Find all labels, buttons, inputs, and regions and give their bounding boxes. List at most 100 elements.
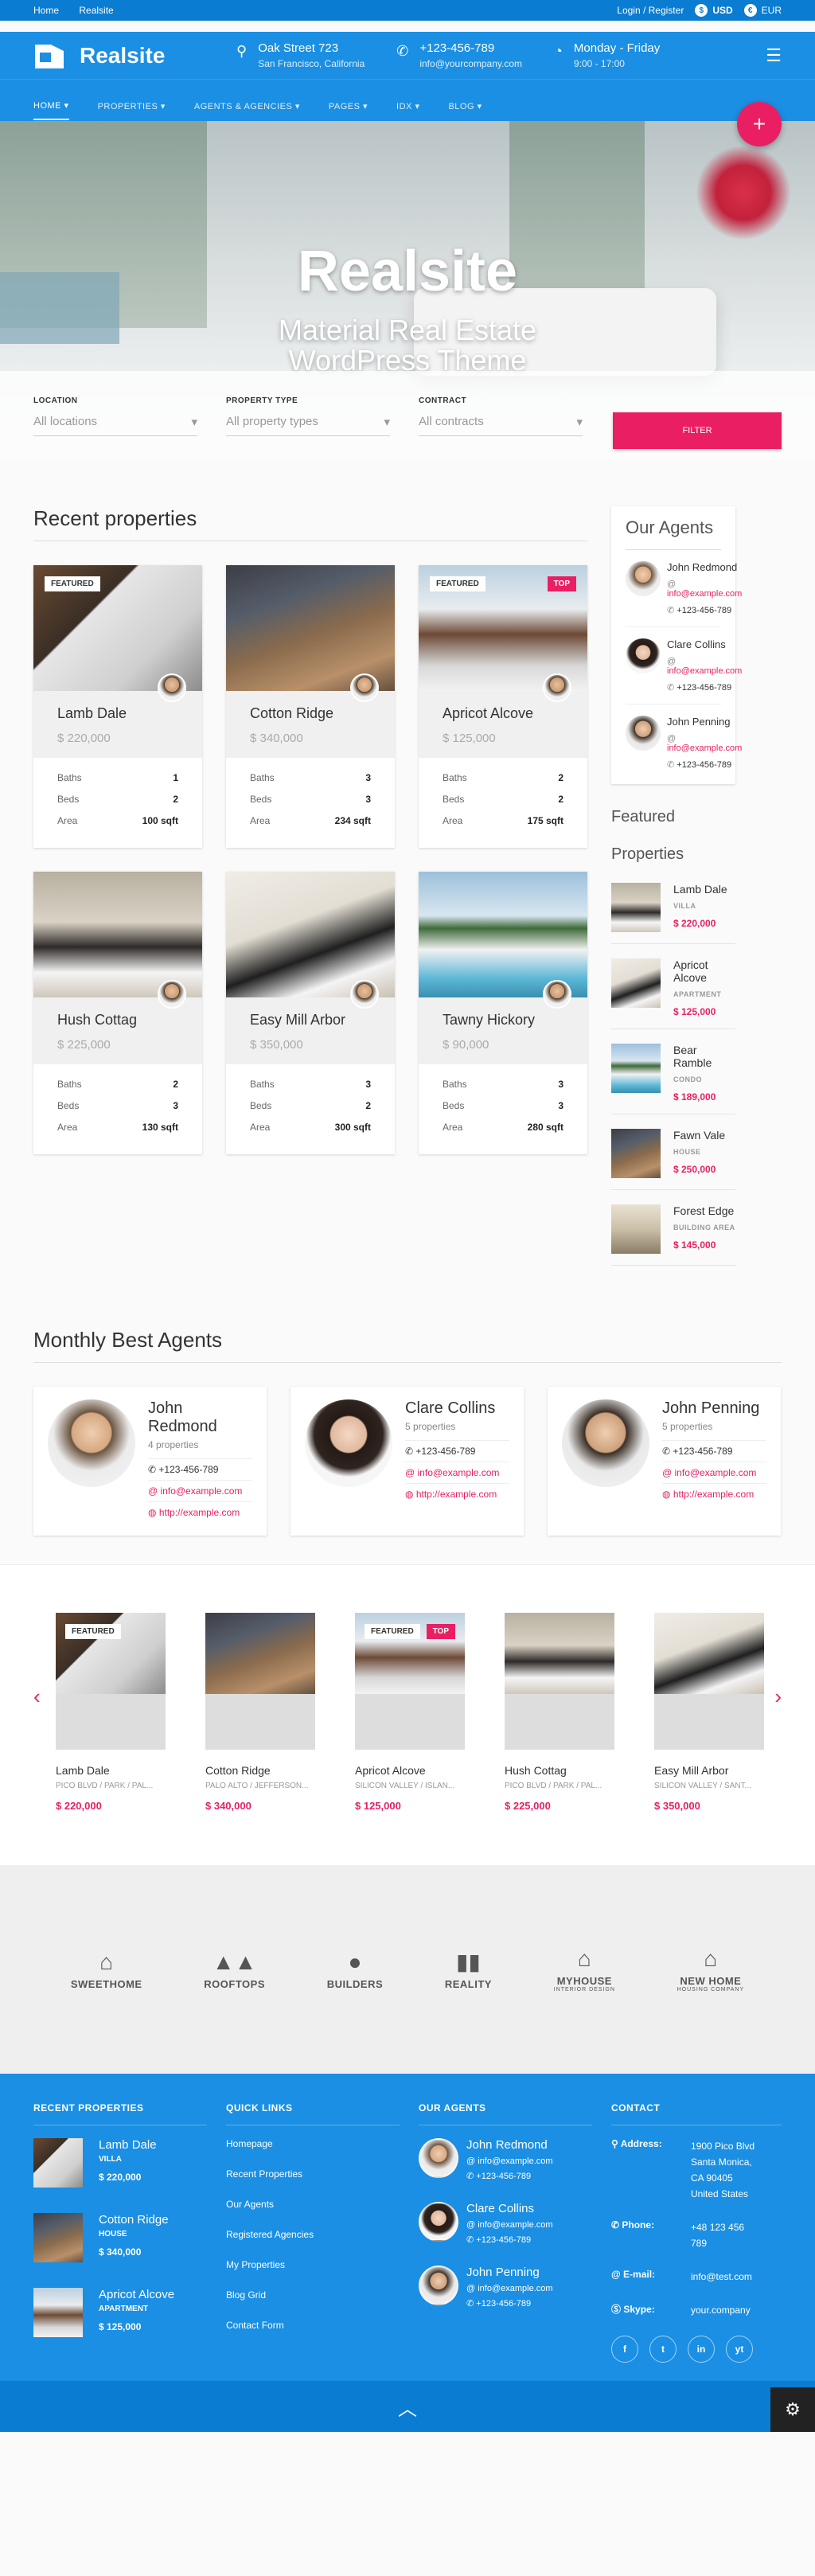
property-image[interactable] bbox=[226, 872, 395, 1009]
carousel-image[interactable] bbox=[654, 1613, 764, 1750]
carousel-item[interactable]: Hush Cottag PICO BLVD / PARK / PAL... $ 22… bbox=[505, 1613, 614, 1812]
settings-gear-icon[interactable]: ⚙ bbox=[770, 2387, 815, 2432]
top-link-home[interactable]: Home bbox=[33, 5, 59, 16]
footer-agent-email[interactable]: @ info@example.com bbox=[466, 2284, 553, 2293]
footer-agent-name[interactable]: John Penning bbox=[466, 2266, 553, 2279]
best-agent-web[interactable]: ◍ http://example.com bbox=[662, 1483, 766, 1505]
featured-name[interactable]: Forest Edge bbox=[673, 1204, 735, 1217]
property-name[interactable]: Hush Cottag bbox=[57, 1012, 178, 1028]
twitter-icon[interactable]: t bbox=[649, 2336, 677, 2363]
location-select[interactable]: LOCATION All locations ▾ bbox=[33, 396, 197, 459]
property-card[interactable]: Easy Mill Arbor $ 350,000 Baths 3 Beds 2 Area… bbox=[226, 872, 395, 1154]
carousel-image[interactable]: FEATURED bbox=[56, 1613, 166, 1750]
best-agent-name[interactable]: John Redmond bbox=[148, 1399, 252, 1436]
carousel-item[interactable]: Easy Mill Arbor SILICON VALLEY / SANT... $… bbox=[654, 1613, 764, 1812]
property-card[interactable]: FEATURED TOP Apricot Alcove $ 125,000 Bath… bbox=[419, 565, 587, 848]
best-agent-photo[interactable] bbox=[305, 1399, 392, 1487]
carousel-name[interactable]: Apricot Alcove bbox=[355, 1764, 465, 1777]
top-link-realsite[interactable]: Realsite bbox=[79, 5, 113, 16]
nav-blog[interactable]: BLOG ▾ bbox=[448, 101, 482, 111]
featured-name[interactable]: Fawn Vale bbox=[673, 1129, 725, 1142]
property-card[interactable]: Hush Cottag $ 225,000 Baths 2 Beds 3 Area 130 … bbox=[33, 872, 202, 1154]
agent-email[interactable]: info@example.com bbox=[667, 580, 742, 599]
agent-avatar[interactable] bbox=[350, 673, 379, 702]
footer-link[interactable]: Registered Agencies bbox=[226, 2229, 419, 2240]
nav-idx[interactable]: IDX ▾ bbox=[396, 101, 419, 111]
agent-name[interactable]: John Redmond bbox=[667, 561, 742, 573]
property-card[interactable]: FEATURED Lamb Dale $ 220,000 Baths 1 Beds 2 A… bbox=[33, 565, 202, 848]
footer-property-name[interactable]: Cotton Ridge bbox=[99, 2213, 169, 2227]
nav-properties[interactable]: PROPERTIES ▾ bbox=[98, 101, 166, 111]
footer-agent[interactable]: John Redmond @ info@example.com ✆ +123-456… bbox=[419, 2138, 611, 2181]
footer-agent[interactable]: John Penning @ info@example.com ✆ +123-456… bbox=[419, 2266, 611, 2309]
scroll-top-icon[interactable]: ︿ bbox=[398, 2393, 417, 2421]
carousel-image[interactable] bbox=[505, 1613, 614, 1750]
property-name[interactable]: Apricot Alcove bbox=[443, 705, 563, 722]
brand-logo[interactable]: ▲▲ ROOFTOPS bbox=[204, 1950, 265, 1990]
best-agent-name[interactable]: John Penning bbox=[662, 1399, 766, 1418]
featured-thumb[interactable] bbox=[611, 883, 661, 932]
agent-avatar[interactable] bbox=[350, 980, 379, 1009]
best-agent-name[interactable]: Clare Collins bbox=[405, 1399, 509, 1418]
property-card[interactable]: Tawny Hickory $ 90,000 Baths 3 Beds 3 Area 280… bbox=[419, 872, 587, 1154]
best-agent-photo[interactable] bbox=[48, 1399, 135, 1487]
property-card[interactable]: Cotton Ridge $ 340,000 Baths 3 Beds 3 Area 234… bbox=[226, 565, 395, 848]
agent-photo[interactable] bbox=[626, 716, 661, 751]
email-value[interactable]: info@test.com bbox=[691, 2269, 752, 2285]
property-name[interactable]: Easy Mill Arbor bbox=[250, 1012, 371, 1028]
footer-agent-email[interactable]: @ info@example.com bbox=[466, 2220, 553, 2230]
property-image[interactable]: FEATURED TOP bbox=[419, 565, 587, 702]
footer-link[interactable]: Blog Grid bbox=[226, 2289, 419, 2301]
best-agent-email[interactable]: @ info@example.com bbox=[405, 1462, 509, 1483]
agent-avatar[interactable] bbox=[543, 980, 571, 1009]
footer-link[interactable]: Recent Properties bbox=[226, 2168, 419, 2180]
footer-link[interactable]: Contact Form bbox=[226, 2320, 419, 2331]
best-agent-card[interactable]: John Penning 5 properties ✆ +123-456-789 @ … bbox=[548, 1387, 781, 1536]
featured-item[interactable]: Apricot Alcove APARTMENT $ 125,000 bbox=[611, 958, 735, 1029]
featured-name[interactable]: Bear Ramble bbox=[673, 1044, 735, 1069]
skype-value[interactable]: your.company bbox=[691, 2302, 751, 2318]
footer-property-thumb[interactable] bbox=[33, 2138, 83, 2188]
carousel-name[interactable]: Easy Mill Arbor bbox=[654, 1764, 764, 1777]
logo[interactable]: Realsite bbox=[33, 41, 236, 70]
featured-thumb[interactable] bbox=[611, 1044, 661, 1093]
carousel-item[interactable]: FEATURED TOP Apricot Alcove SILICON VALLEY … bbox=[355, 1613, 465, 1812]
footer-link[interactable]: Homepage bbox=[226, 2138, 419, 2149]
featured-name[interactable]: Apricot Alcove bbox=[673, 958, 735, 984]
featured-thumb[interactable] bbox=[611, 1204, 661, 1254]
featured-item[interactable]: Forest Edge BUILDING AREA $ 145,000 bbox=[611, 1204, 735, 1266]
add-property-button[interactable]: + bbox=[737, 102, 782, 146]
footer-link[interactable]: Our Agents bbox=[226, 2199, 419, 2210]
linkedin-icon[interactable]: in bbox=[688, 2336, 715, 2363]
carousel-prev-icon[interactable]: ‹ bbox=[33, 1684, 41, 1709]
property-image[interactable] bbox=[419, 872, 587, 1009]
footer-property-name[interactable]: Lamb Dale bbox=[99, 2138, 157, 2152]
carousel-item[interactable]: Cotton Ridge PALO ALTO / JEFFERSON... $ 34… bbox=[205, 1613, 315, 1812]
brand-logo[interactable]: ▮▮ REALITY bbox=[445, 1949, 492, 1990]
footer-agent-photo[interactable] bbox=[419, 2138, 458, 2178]
best-agent-email[interactable]: @ info@example.com bbox=[148, 1480, 252, 1501]
property-name[interactable]: Lamb Dale bbox=[57, 705, 178, 722]
footer-agent-email[interactable]: @ info@example.com bbox=[466, 2156, 553, 2166]
brand-logo[interactable]: ⌂ NEW HOME HOUSING COMPANY bbox=[677, 1946, 745, 1992]
property-type-select[interactable]: PROPERTY TYPE All property types ▾ bbox=[226, 396, 390, 459]
footer-agent-photo[interactable] bbox=[419, 2202, 458, 2242]
youtube-icon[interactable]: yt bbox=[726, 2336, 753, 2363]
best-agent-photo[interactable] bbox=[562, 1399, 649, 1487]
currency-usd[interactable]: $ USD bbox=[695, 4, 733, 17]
nav-pages[interactable]: PAGES ▾ bbox=[329, 101, 368, 111]
nav-home[interactable]: HOME ▾ bbox=[33, 100, 69, 120]
currency-eur[interactable]: € EUR bbox=[743, 4, 782, 17]
featured-thumb[interactable] bbox=[611, 958, 661, 1008]
agent-photo[interactable] bbox=[626, 638, 661, 673]
footer-property-thumb[interactable] bbox=[33, 2213, 83, 2262]
brand-logo[interactable]: ⌂ SWEETHOME bbox=[71, 1950, 142, 1990]
property-image[interactable] bbox=[33, 872, 202, 1009]
filter-button[interactable]: FILTER bbox=[613, 412, 782, 449]
agent-email[interactable]: info@example.com bbox=[667, 657, 742, 676]
footer-property[interactable]: Apricot Alcove APARTMENT $ 125,000 bbox=[33, 2288, 226, 2337]
agent-item[interactable]: John Redmond info@example.com +123-456-789 bbox=[626, 550, 742, 627]
agent-avatar[interactable] bbox=[543, 673, 571, 702]
featured-thumb[interactable] bbox=[611, 1129, 661, 1178]
carousel-name[interactable]: Lamb Dale bbox=[56, 1764, 166, 1777]
